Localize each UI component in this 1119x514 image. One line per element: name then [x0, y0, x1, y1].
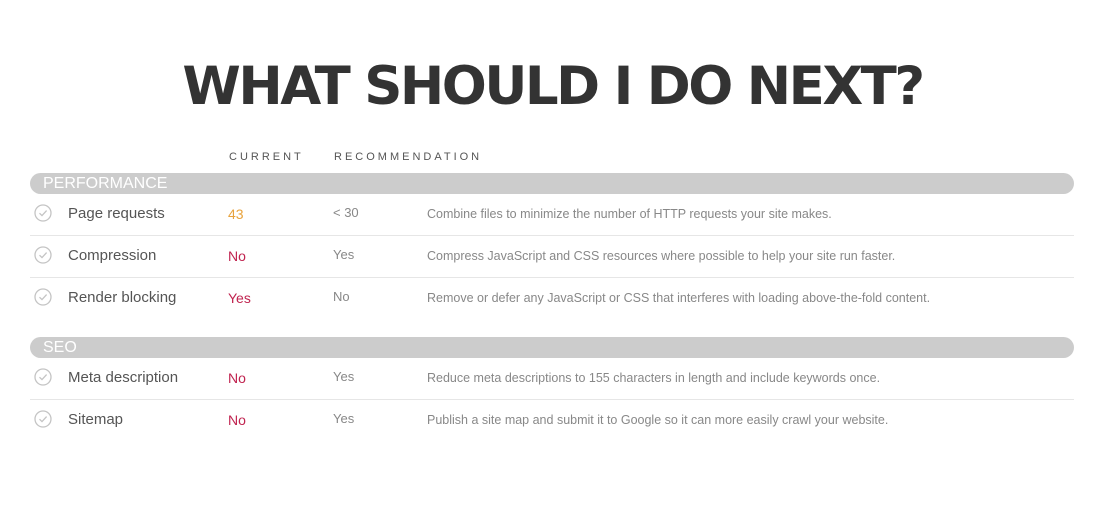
check-circle-icon [34, 410, 52, 428]
current-value: 43 [228, 206, 244, 222]
check-circle-icon [34, 204, 52, 222]
check-circle-icon [34, 288, 52, 306]
recommended-value: Yes [333, 411, 355, 426]
recommended-value: Yes [333, 369, 355, 384]
current-value: Yes [228, 290, 251, 306]
table-row: Render blocking Yes No Remove or defer a… [30, 277, 1074, 319]
metric-label: Sitemap [68, 411, 124, 428]
column-header-current: CURRENT [229, 151, 304, 163]
page-title: WHAT SHOULD I DO NEXT? [182, 56, 925, 117]
table-row: Meta description No Yes Reduce meta desc… [30, 357, 1074, 400]
current-value: No [228, 248, 246, 264]
check-circle-icon [34, 246, 52, 264]
advice-text: Compress JavaScript and CSS resources wh… [427, 249, 896, 263]
column-header-recommendation: RECOMMENDATION [334, 151, 483, 163]
section-header-performance: PERFORMANCE [30, 173, 1074, 194]
section-header-seo: SEO [30, 337, 1074, 358]
advice-text: Publish a site map and submit it to Goog… [427, 413, 889, 427]
table-row: Sitemap No Yes Publish a site map and su… [30, 399, 1074, 441]
advice-text: Remove or defer any JavaScript or CSS th… [427, 291, 931, 305]
table-row: Compression No Yes Compress JavaScript a… [30, 235, 1074, 278]
recommended-value: < 30 [333, 205, 359, 220]
metric-label: Meta description [68, 369, 179, 386]
check-circle-icon [34, 368, 52, 386]
metric-label: Compression [68, 247, 157, 264]
table-row: Page requests 43 < 30 Combine files to m… [30, 193, 1074, 236]
metric-label: Render blocking [68, 289, 177, 306]
recommended-value: No [333, 289, 350, 304]
metric-label: Page requests [68, 205, 165, 222]
advice-text: Combine files to minimize the number of … [427, 207, 832, 221]
current-value: No [228, 370, 246, 386]
advice-text: Reduce meta descriptions to 155 characte… [427, 371, 881, 385]
recommended-value: Yes [333, 247, 355, 262]
current-value: No [228, 412, 246, 428]
